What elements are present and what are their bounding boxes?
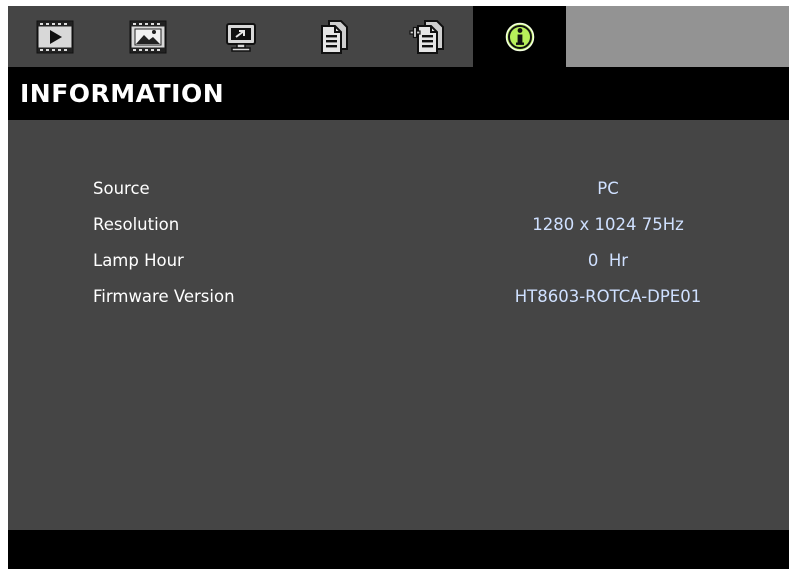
info-value: 0 Hr: [587, 251, 629, 270]
play-screen-icon: [36, 20, 74, 54]
footer-bar: [8, 530, 789, 569]
tab-display[interactable]: [194, 6, 287, 67]
information-panel: Source PC Resolution 1280 x 1024 75Hz La…: [8, 120, 789, 530]
info-row-firmware-version: Firmware Version HT8603-ROTCA-DPE01: [8, 285, 789, 309]
page-title: INFORMATION: [20, 79, 225, 108]
info-value: PC: [597, 179, 619, 198]
tab-image-source[interactable]: [8, 6, 101, 67]
info-row-resolution: Resolution 1280 x 1024 75Hz: [8, 213, 789, 237]
info-label: Resolution: [93, 215, 180, 234]
menu-tab-bar: [8, 6, 789, 67]
information-icon: [504, 21, 536, 53]
tab-bar-filler: [566, 6, 789, 67]
info-row-source: Source PC: [8, 177, 789, 201]
tab-information[interactable]: [473, 6, 566, 67]
settings-document-icon: [319, 19, 349, 55]
info-value: HT8603-ROTCA-DPE01: [514, 287, 702, 306]
info-row-lamp-hour: Lamp Hour 0 Hr: [8, 249, 789, 273]
picture-icon: [129, 20, 167, 54]
info-label: Source: [93, 179, 150, 198]
title-bar: INFORMATION: [8, 67, 789, 120]
tab-advanced-setup[interactable]: [380, 6, 473, 67]
advanced-settings-document-icon: [408, 19, 445, 55]
info-value: 1280 x 1024 75Hz: [532, 215, 684, 234]
info-label: Lamp Hour: [93, 251, 184, 270]
tab-picture[interactable]: [101, 6, 194, 67]
tab-setup[interactable]: [287, 6, 380, 67]
osd-menu: INFORMATION Source PC Resolution 1280 x …: [8, 6, 789, 569]
display-icon: [224, 21, 258, 53]
info-label: Firmware Version: [93, 287, 235, 306]
